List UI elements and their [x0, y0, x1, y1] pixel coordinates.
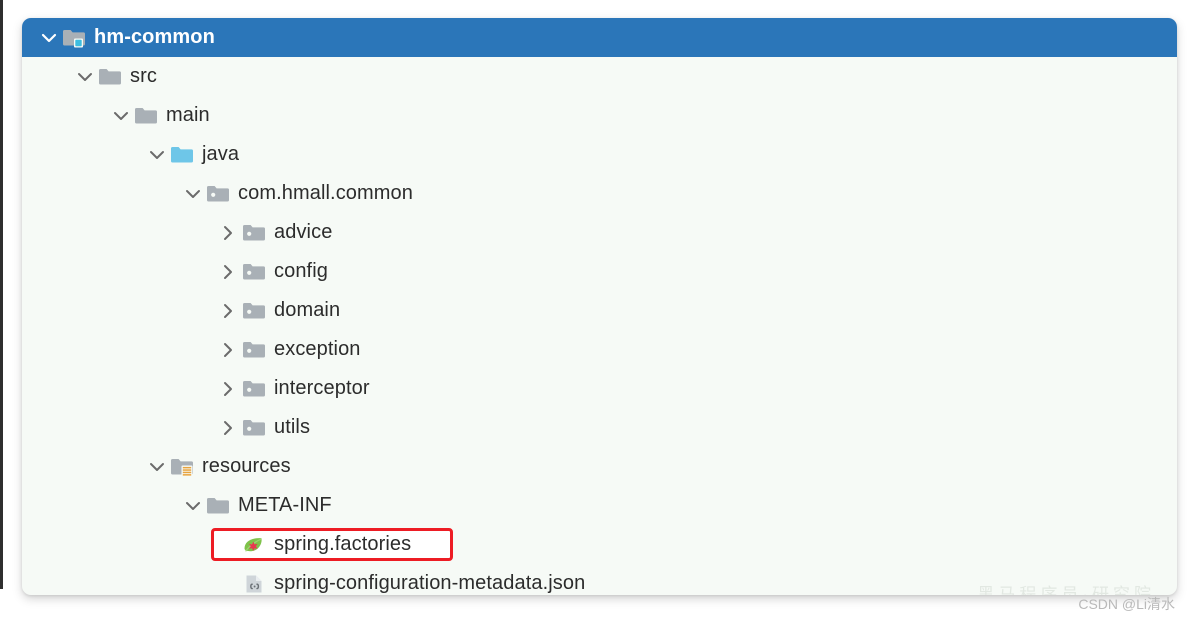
tree-row[interactable]: utils	[22, 408, 1177, 447]
package-folder-icon	[242, 369, 270, 408]
project-tree-panel: hm-common src main java com.hmall.common advi…	[22, 18, 1177, 595]
tree-row-label: spring-configuration-metadata.json	[274, 572, 586, 594]
chevron-right-icon[interactable]	[216, 369, 242, 408]
resources-folder-icon	[170, 447, 198, 486]
json-file-icon	[242, 564, 270, 595]
folder-icon	[98, 57, 126, 96]
tree-row-label: java	[202, 143, 240, 165]
tree-row[interactable]: hm-common	[22, 18, 1177, 57]
chevron-down-icon[interactable]	[108, 96, 134, 135]
tree-row-label: advice	[274, 221, 333, 243]
tree-toggle-placeholder	[216, 564, 242, 595]
tree-row[interactable]: spring.factories	[22, 525, 1177, 564]
tree-row-label: META-INF	[238, 494, 332, 516]
chevron-down-icon[interactable]	[144, 447, 170, 486]
tree-row-label: resources	[202, 455, 291, 477]
package-folder-icon	[206, 174, 234, 213]
tree-row-label: main	[166, 104, 210, 126]
package-folder-icon	[242, 330, 270, 369]
chevron-down-icon[interactable]	[72, 57, 98, 96]
chevron-right-icon[interactable]	[216, 408, 242, 447]
tree-row[interactable]: exception	[22, 330, 1177, 369]
tree-row-label: domain	[274, 299, 341, 321]
chevron-right-icon[interactable]	[216, 213, 242, 252]
tree-row-label: com.hmall.common	[238, 182, 413, 204]
chevron-right-icon[interactable]	[216, 330, 242, 369]
tree-row-label: config	[274, 260, 328, 282]
tree-row[interactable]: interceptor	[22, 369, 1177, 408]
brand-watermark: 黑马程序员·研究院	[977, 585, 1155, 595]
tree-row[interactable]: domain	[22, 291, 1177, 330]
tree-row[interactable]: com.hmall.common	[22, 174, 1177, 213]
tree-row[interactable]: src	[22, 57, 1177, 96]
chevron-down-icon[interactable]	[36, 18, 62, 57]
tree-row-label: exception	[274, 338, 361, 360]
tree-row[interactable]: java	[22, 135, 1177, 174]
tree-row-label: spring.factories	[274, 533, 412, 555]
project-file-tree[interactable]: hm-common src main java com.hmall.common advi…	[22, 18, 1177, 595]
chevron-down-icon[interactable]	[144, 135, 170, 174]
tree-row[interactable]: advice	[22, 213, 1177, 252]
chevron-right-icon[interactable]	[216, 291, 242, 330]
tree-row-label: src	[130, 65, 157, 87]
tree-row[interactable]: main	[22, 96, 1177, 135]
source-root-folder-icon	[170, 135, 198, 174]
package-folder-icon	[242, 291, 270, 330]
tree-row-label: hm-common	[94, 26, 215, 48]
chevron-right-icon[interactable]	[216, 252, 242, 291]
tree-row-label: interceptor	[274, 377, 370, 399]
tree-row[interactable]: resources	[22, 447, 1177, 486]
spring-leaf-icon	[242, 525, 270, 564]
tree-row[interactable]: config	[22, 252, 1177, 291]
package-folder-icon	[242, 213, 270, 252]
tree-toggle-placeholder	[216, 525, 242, 564]
chevron-down-icon[interactable]	[180, 486, 206, 525]
author-watermark: CSDN @Li清水	[1078, 596, 1175, 612]
screenshot-root: hm-common src main java com.hmall.common advi…	[0, 0, 1189, 617]
tree-row-label: utils	[274, 416, 311, 438]
module-folder-icon	[62, 18, 90, 57]
package-folder-icon	[242, 252, 270, 291]
folder-icon	[134, 96, 162, 135]
tree-row[interactable]: META-INF	[22, 486, 1177, 525]
window-left-edge-rule	[0, 0, 3, 589]
package-folder-icon	[242, 408, 270, 447]
chevron-down-icon[interactable]	[180, 174, 206, 213]
folder-icon	[206, 486, 234, 525]
